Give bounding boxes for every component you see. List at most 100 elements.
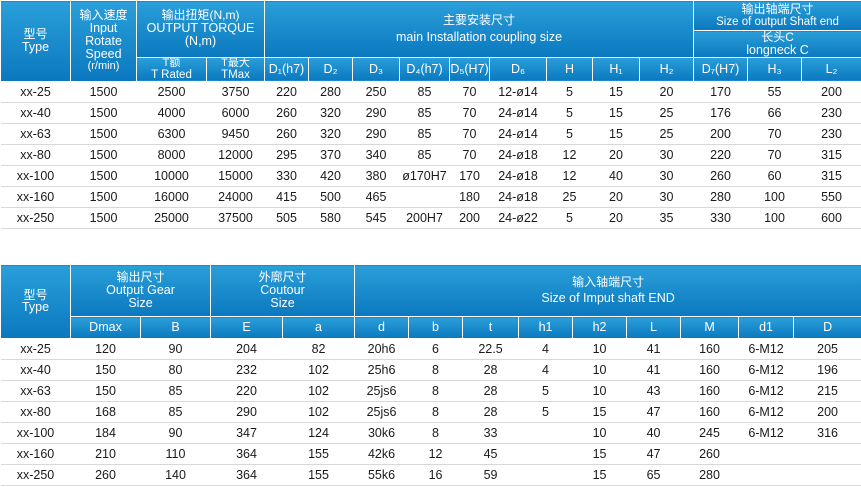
table-cell: 8 xyxy=(408,422,463,444)
table-cell: 85 xyxy=(140,380,211,402)
column-header: Dmax xyxy=(70,316,141,339)
table-cell: 200 xyxy=(793,401,861,423)
type-header: 型号 Type xyxy=(0,0,71,83)
table-cell: 160 xyxy=(680,359,739,381)
table-cell: 120 xyxy=(70,338,141,360)
table-cell: 6300 xyxy=(136,123,207,146)
table-cell: 42k6 xyxy=(354,443,409,465)
table-cell: 232 xyxy=(210,359,283,381)
table-cell: 5 xyxy=(546,207,593,230)
table-cell: 3750 xyxy=(206,81,265,104)
column-header: H₃ xyxy=(747,56,803,83)
table-cell: 290 xyxy=(352,123,400,146)
table-cell: 280 xyxy=(693,186,748,209)
table-cell: 545 xyxy=(352,207,400,230)
contour-header-zh: 外廓尺寸 xyxy=(258,270,307,285)
table-cell: 10 xyxy=(572,338,627,360)
column-header: b xyxy=(408,316,464,339)
table-cell: 8000 xyxy=(136,144,207,167)
table-cell: 90 xyxy=(140,422,211,444)
table-row: xx-100 184 90 347 124 30k6 8 33 10 40 245 6-M12 316 xyxy=(0,422,861,444)
table-cell: 20 xyxy=(592,207,640,230)
table-cell: ø170H7 xyxy=(399,165,450,188)
column-header: E xyxy=(210,316,284,339)
table-cell: 155 xyxy=(282,443,355,465)
table-cell: 24-ø14 xyxy=(489,102,547,125)
table-cell: 20 xyxy=(639,81,694,104)
table-row: xx-250 260 140 364 155 55k6 16 59 15 65 280 xyxy=(0,464,861,486)
table-cell: 4 xyxy=(518,338,573,360)
table-cell: 24-ø14 xyxy=(489,123,547,146)
table-cell: 5 xyxy=(546,102,593,125)
table-cell: 28 xyxy=(462,359,519,381)
table-cell: 196 xyxy=(793,359,861,381)
type-cell: xx-25 xyxy=(0,81,71,104)
table-cell: 20 xyxy=(592,144,640,167)
table-cell: 15 xyxy=(572,443,627,465)
table-cell: 260 xyxy=(693,165,748,188)
table-cell: 15 xyxy=(592,102,640,125)
table-cell: 12 xyxy=(546,144,593,167)
table-cell: 6-M12 xyxy=(738,401,794,423)
t-rated-header: T额 T Rated xyxy=(136,56,207,83)
table-cell: 30 xyxy=(639,165,694,188)
table-cell: 200 xyxy=(801,81,861,104)
type-cell: xx-80 xyxy=(0,144,71,167)
table-cell: 10 xyxy=(572,422,627,444)
table-row: xx-80 1500 8000 12000 295 370 340 85 70 24-ø18 12 2… xyxy=(0,144,861,167)
table-cell: 204 xyxy=(210,338,283,360)
output-gear-header: 输出尺寸 Output Gear Size xyxy=(69,264,212,317)
table-cell: 85 xyxy=(399,123,450,146)
table-cell: 70 xyxy=(747,123,802,146)
column-header: D₂ xyxy=(308,56,353,83)
column-header: M xyxy=(680,316,740,339)
table-cell: 85 xyxy=(399,102,450,125)
table-cell: 150 xyxy=(70,359,141,381)
table-cell: 250 xyxy=(352,81,400,104)
table-cell: 220 xyxy=(264,81,309,104)
column-header: D xyxy=(793,316,861,339)
table-cell: 5 xyxy=(546,81,593,104)
column-header: D₅(H7) xyxy=(449,56,490,83)
table-cell: 6 xyxy=(408,338,463,360)
shaft-end-header: 输出轴端尺寸 Size of output Shaft end xyxy=(693,0,861,31)
table-cell xyxy=(518,422,573,444)
contour-header-en-2: Size xyxy=(270,295,295,310)
type-cell: xx-100 xyxy=(0,422,71,444)
type-header-2: 型号 Type xyxy=(0,264,71,339)
output-input-size-table: 型号 Type 输出尺寸 Output Gear Size 外廓尺寸 Couto… xyxy=(0,264,861,486)
table-cell: 15 xyxy=(592,81,640,104)
table-cell: 260 xyxy=(264,123,309,146)
table-cell: 290 xyxy=(210,401,283,423)
table-cell: 25 xyxy=(639,102,694,125)
table-cell: 15 xyxy=(572,464,627,486)
table-cell: 295 xyxy=(264,144,309,167)
table-cell: 316 xyxy=(793,422,861,444)
type-cell: xx-100 xyxy=(0,165,71,188)
table-cell: 160 xyxy=(680,338,739,360)
longneck-header-en: longneck C xyxy=(746,42,809,57)
table-cell: 1500 xyxy=(70,165,137,188)
table-cell: 85 xyxy=(140,401,211,423)
table-cell: 320 xyxy=(308,123,353,146)
torque-header-en-2: (N,m) xyxy=(184,34,217,49)
table-cell: 102 xyxy=(282,401,355,423)
table-cell: 12000 xyxy=(206,144,265,167)
table-cell: 60 xyxy=(747,165,802,188)
type-header-zh: 型号 xyxy=(23,27,48,42)
table-cell: 170 xyxy=(693,81,748,104)
table-cell: 364 xyxy=(210,443,283,465)
table-cell: 30 xyxy=(639,186,694,209)
t-max-header-en: TMax xyxy=(221,69,250,82)
table-cell: 6-M12 xyxy=(738,380,794,402)
table-cell: 200 xyxy=(693,123,748,146)
table-cell: 8 xyxy=(408,359,463,381)
input-shaft-header-en: Size of Imput shaft END xyxy=(541,291,675,306)
table-cell: 140 xyxy=(140,464,211,486)
table-cell: 260 xyxy=(680,443,739,465)
table-cell: 1500 xyxy=(70,81,137,104)
table-cell: 12 xyxy=(408,443,463,465)
table-cell: 70 xyxy=(449,123,490,146)
table-cell: 150 xyxy=(70,380,141,402)
output-gear-header-zh: 输出尺寸 xyxy=(116,270,165,285)
